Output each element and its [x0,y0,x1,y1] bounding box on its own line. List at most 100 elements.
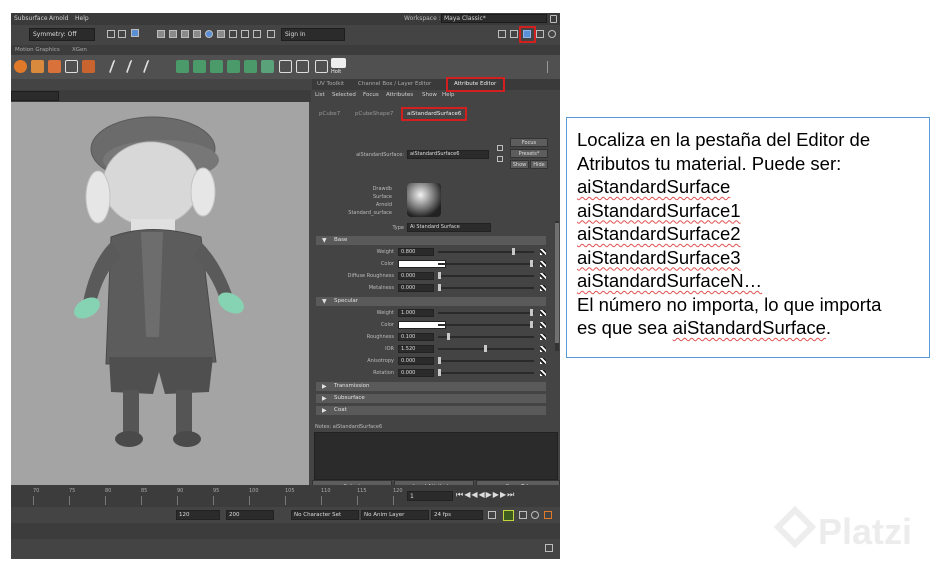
base-slider-knob[interactable] [511,248,515,255]
symmetry-dropdown[interactable]: Symmetry: Off [29,28,95,41]
ae-scroll-thumb[interactable] [555,223,559,343]
input-connection-icon[interactable] [497,145,503,151]
tools-icon[interactable] [315,60,328,73]
specular-slider[interactable] [438,360,534,362]
base-value-field[interactable]: 0.000 [398,284,434,292]
output-connection-icon[interactable] [497,156,503,162]
bridge-icon[interactable] [210,60,223,73]
lock-icon[interactable] [550,15,557,23]
base-value-field[interactable]: 0.000 [398,272,434,280]
holt-icon[interactable] [331,58,346,68]
specular-slider-knob[interactable] [438,357,441,364]
cylinder-icon[interactable] [48,60,61,73]
ipr-icon[interactable] [217,30,225,38]
time-slider[interactable]: 70 75 80 85 90 95 100 105 110 115 120 1 ⏮◀◀◀▶▶▶⏭ [11,485,560,507]
map-button-icon[interactable] [540,322,546,328]
panel-dropdown[interactable] [11,91,59,101]
grid-icon[interactable] [193,30,201,38]
render-icon[interactable] [205,30,213,38]
type-dropdown[interactable]: Ai Standard Surface [407,223,491,232]
torus-icon[interactable] [82,60,95,73]
section-base[interactable]: ▼ Base [316,236,546,245]
menu-attributes[interactable]: Attributes [386,92,413,98]
range-end-field[interactable]: 200 [226,510,274,520]
map-button-icon[interactable] [540,358,546,364]
node-tab-pcube[interactable]: pCube7 [319,111,340,117]
base-slider-knob[interactable] [438,284,441,291]
workspace-select[interactable]: Maya Classic* [441,14,547,23]
specular-slider-knob[interactable] [530,309,533,316]
viewport-3d[interactable] [11,102,309,485]
shelf-tab-xgen[interactable]: XGen [72,47,87,53]
menu-help[interactable]: Help [75,15,89,22]
map-button-icon[interactable] [540,346,546,352]
settings-icon[interactable] [531,511,539,519]
shelf-scroll[interactable] [547,61,552,73]
map-button-icon[interactable] [540,273,546,279]
section-coat[interactable]: ▶ Coat [316,406,546,415]
base-slider[interactable] [438,287,534,289]
modeling-toolkit-icon[interactable] [498,30,506,38]
section-specular[interactable]: ▼ Specular [316,297,546,306]
select-mode-icon[interactable] [131,29,139,37]
node-name-field[interactable]: aiStandardSurface6 [407,150,489,159]
show-button[interactable]: Show [510,160,529,169]
tab-channel-box[interactable]: Channel Box / Layer Editor [358,81,431,87]
map-button-icon[interactable] [540,285,546,291]
extrude-icon[interactable] [176,60,189,73]
base-slider-knob[interactable] [438,272,441,279]
channel-box-icon[interactable] [548,30,556,38]
node-tab-pcubeshape[interactable]: pCubeShape7 [355,111,393,117]
snap-icon[interactable] [118,30,126,38]
shelf-tab-motion-graphics[interactable]: Motion Graphics [15,47,60,53]
specular-slider[interactable] [438,336,534,338]
plane-icon[interactable] [65,60,78,73]
fps-dropdown[interactable]: 24 fps [431,510,483,520]
character-set-dropdown[interactable]: No Character Set [291,510,359,520]
notes-textarea[interactable] [314,432,558,480]
specular-slider[interactable] [438,324,534,326]
specular-value-field[interactable]: 0.100 [398,333,434,341]
specular-value-field[interactable]: 0.000 [398,369,434,377]
mel-icon[interactable] [544,511,552,519]
specular-slider-knob[interactable] [530,321,533,328]
hide-button[interactable]: Hide [530,160,548,169]
playback-controls[interactable]: ⏮◀◀◀▶▶▶⏭ [456,490,515,500]
current-frame-field[interactable]: 1 [407,491,453,501]
menu-arnold[interactable]: Arnold [49,15,68,22]
map-button-icon[interactable] [540,261,546,267]
base-slider[interactable] [438,251,534,253]
cube-icon[interactable] [31,60,44,73]
grid-icon[interactable] [169,30,177,38]
specular-slider-knob[interactable] [438,369,441,376]
specular-slider-knob[interactable] [484,345,487,352]
sphere-icon[interactable] [14,60,27,73]
map-button-icon[interactable] [540,334,546,340]
bevel-icon[interactable] [193,60,206,73]
auto-key-icon[interactable] [503,510,514,521]
loop-icon[interactable] [488,511,496,519]
combine-icon[interactable] [227,60,240,73]
script-editor-icon[interactable] [545,544,553,552]
base-slider-knob[interactable] [530,260,533,267]
tool-settings-icon[interactable] [536,30,544,38]
range-start-field[interactable]: 120 [176,510,220,520]
menu-show[interactable]: Show [422,92,437,98]
render-view-icon[interactable] [253,30,261,38]
bezier-icon[interactable] [142,60,163,73]
menu-list[interactable]: List [315,92,325,98]
menu-help[interactable]: Help [442,92,455,98]
presets-button[interactable]: Presets* [510,149,548,158]
map-button-icon[interactable] [540,249,546,255]
snap-icon[interactable] [107,30,115,38]
menu-focus[interactable]: Focus [363,92,379,98]
specular-value-field[interactable]: 1.520 [398,345,434,353]
material-swatch[interactable] [407,183,441,217]
character-icon[interactable] [510,30,518,38]
anim-layer-dropdown[interactable]: No Anim Layer [361,510,429,520]
command-line[interactable] [11,523,560,539]
tab-uv-toolkit[interactable]: UV Toolkit [317,81,344,87]
target-weld-icon[interactable] [296,60,309,73]
separate-icon[interactable] [244,60,257,73]
base-slider[interactable] [438,275,534,277]
